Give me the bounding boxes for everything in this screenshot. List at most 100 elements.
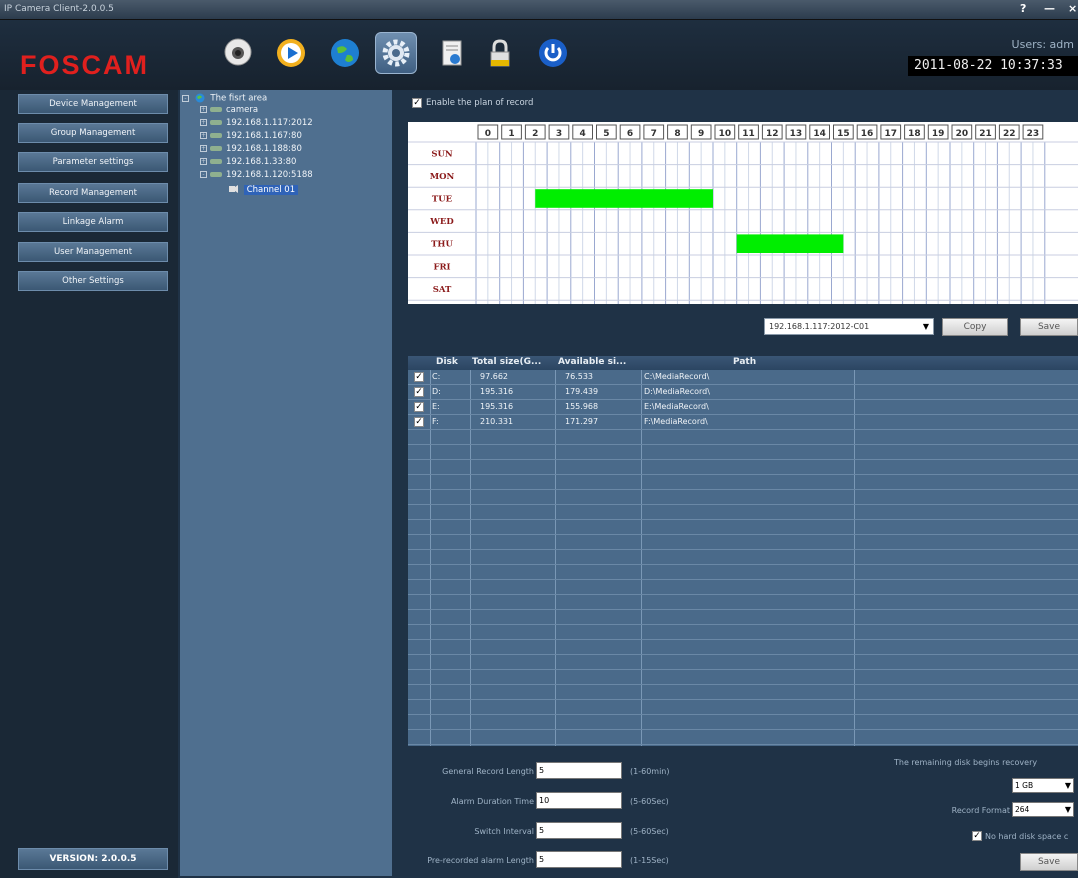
available-size-cell: 76.533 [565, 372, 593, 381]
schedule-grid-svg[interactable]: 0 1 2 3 4 5 6 7 8 9 10 11 12 13 14 15 16 17 18 19 20 21 22 23SU… [408, 122, 1078, 304]
hour-label: 10 [719, 129, 732, 139]
hour-label: 2 [532, 129, 538, 139]
camera-icon[interactable] [217, 32, 259, 74]
hour-label: 12 [766, 129, 779, 139]
nav-other-settings[interactable]: Other Settings [18, 271, 168, 291]
record-management-panel: ✓ Enable the plan of record 0 1 2 3 4 5 6 7 8 9 10… [394, 90, 1078, 878]
nav-user-management[interactable]: User Management [18, 242, 168, 262]
day-label: SUN [431, 149, 453, 159]
tree-node-camera[interactable]: + camera [200, 105, 258, 115]
minimize-button[interactable]: — [1044, 2, 1055, 15]
close-button[interactable]: × [1068, 2, 1077, 15]
tree-node-device[interactable]: +192.168.1.188:80 [200, 144, 302, 154]
document-icon[interactable] [431, 32, 473, 74]
table-row[interactable]: ✓ C: 97.662 76.533 C:\MediaRecord\ [408, 370, 1078, 385]
total-size-cell: 210.331 [480, 417, 514, 426]
record-schedule-block[interactable] [535, 189, 713, 208]
prerecorded-length-label: Pre-recorded alarm Length [427, 856, 534, 865]
record-format-value: 264 [1015, 805, 1030, 814]
recovery-select[interactable]: 1 GB ▼ [1012, 778, 1074, 793]
dropdown-arrow-icon: ▼ [922, 322, 929, 331]
hour-label: 16 [861, 129, 874, 139]
nav-linkage-alarm[interactable]: Linkage Alarm [18, 212, 168, 232]
no-hdd-checkbox[interactable]: ✓ [972, 831, 982, 841]
app-window: IP Camera Client-2.0.0.5 ? — × FOSCAM Us… [0, 0, 1078, 878]
users-label: Users: adm [1011, 38, 1074, 51]
table-row [408, 655, 1078, 670]
disk-checkbox[interactable]: ✓ [414, 372, 424, 382]
dropdown-arrow-icon: ▼ [1064, 781, 1071, 790]
foscam-logo: FOSCAM [20, 50, 149, 80]
help-button[interactable]: ? [1020, 2, 1026, 15]
disk-checkbox[interactable]: ✓ [414, 417, 424, 427]
alarm-duration-input[interactable]: 10 [536, 792, 622, 809]
tree-node-channel[interactable]: Channel 01 [228, 184, 299, 195]
save-schedule-button[interactable]: Save [1020, 318, 1078, 336]
play-icon[interactable] [270, 32, 312, 74]
record-schedule-grid[interactable]: 0 1 2 3 4 5 6 7 8 9 10 11 12 13 14 15 16 17 18 19 20 21 22 23 SU… [408, 122, 1078, 304]
expand-icon[interactable]: + [200, 119, 207, 126]
table-row [408, 700, 1078, 715]
table-row [408, 430, 1078, 445]
col-available-size: Available si... [558, 357, 627, 367]
tree-root[interactable]: - The fisrt area [182, 93, 267, 104]
tree-node-device[interactable]: +192.168.1.167:80 [200, 131, 302, 141]
table-row [408, 505, 1078, 520]
hour-label: 13 [790, 129, 803, 139]
disk-checkbox[interactable]: ✓ [414, 402, 424, 412]
nav-device-management[interactable]: Device Management [18, 94, 168, 114]
copy-button[interactable]: Copy [942, 318, 1008, 336]
hour-label: 11 [742, 129, 755, 139]
channel-select[interactable]: 192.168.1.117:2012-C01 ▼ [764, 318, 934, 335]
hour-label: 19 [932, 129, 945, 139]
tree-node-label: 192.168.1.188:80 [226, 144, 302, 154]
table-row [408, 670, 1078, 685]
camera-node-icon [210, 120, 222, 125]
lock-icon[interactable] [479, 32, 521, 74]
col-path: Path [733, 357, 757, 367]
collapse-icon[interactable]: - [182, 94, 189, 102]
nav-group-management[interactable]: Group Management [18, 123, 168, 143]
prerecorded-length-hint: (1-15Sec) [630, 856, 669, 865]
recovery-select-value: 1 GB [1015, 781, 1034, 790]
device-tree: - The fisrt area + camera +192.168.1.117:… [180, 90, 392, 876]
power-icon[interactable] [532, 32, 574, 74]
expand-icon[interactable]: + [200, 145, 207, 152]
table-row [408, 565, 1078, 580]
collapse-icon[interactable]: - [200, 171, 207, 178]
table-row[interactable]: ✓ E: 195.316 155.968 E:\MediaRecord\ [408, 400, 1078, 415]
tree-node-device[interactable]: +192.168.1.33:80 [200, 157, 296, 167]
gear-icon[interactable] [375, 32, 417, 74]
nav-record-management[interactable]: Record Management [18, 183, 168, 203]
globe-icon [195, 93, 205, 103]
expand-icon[interactable]: + [200, 132, 207, 139]
switch-interval-input[interactable]: 5 [536, 822, 622, 839]
path-cell: C:\MediaRecord\ [644, 372, 710, 381]
hour-label: 14 [813, 129, 826, 139]
prerecorded-length-input[interactable]: 5 [536, 851, 622, 868]
record-schedule-block[interactable] [736, 234, 844, 253]
path-cell: D:\MediaRecord\ [644, 387, 710, 396]
channel-label: Channel 01 [243, 184, 299, 195]
record-format-select[interactable]: 264 ▼ [1012, 802, 1074, 817]
table-row[interactable]: ✓ D: 195.316 179.439 D:\MediaRecord\ [408, 385, 1078, 400]
tree-node-device[interactable]: +192.168.1.117:2012 [200, 118, 313, 128]
expand-icon[interactable]: + [200, 106, 207, 113]
enable-record-plan[interactable]: ✓ Enable the plan of record [412, 98, 533, 108]
day-label: TUE [432, 195, 453, 205]
switch-interval-label: Switch Interval [474, 827, 534, 836]
enable-record-checkbox[interactable]: ✓ [412, 98, 422, 108]
table-row [408, 685, 1078, 700]
save-settings-button[interactable]: Save [1020, 853, 1078, 871]
day-label: WED [429, 217, 454, 227]
globe-icon[interactable] [324, 32, 366, 74]
expand-icon[interactable]: + [200, 158, 207, 165]
table-row [408, 460, 1078, 475]
nav-parameter-settings[interactable]: Parameter settings [18, 152, 168, 172]
tree-node-device[interactable]: - 192.168.1.120:5188 [200, 170, 313, 180]
table-row[interactable]: ✓ F: 210.331 171.297 F:\MediaRecord\ [408, 415, 1078, 430]
day-label: THU [431, 240, 453, 250]
general-record-length-input[interactable]: 5 [536, 762, 622, 779]
disk-checkbox[interactable]: ✓ [414, 387, 424, 397]
no-hdd-option[interactable]: ✓ No hard disk space c [972, 831, 1068, 841]
